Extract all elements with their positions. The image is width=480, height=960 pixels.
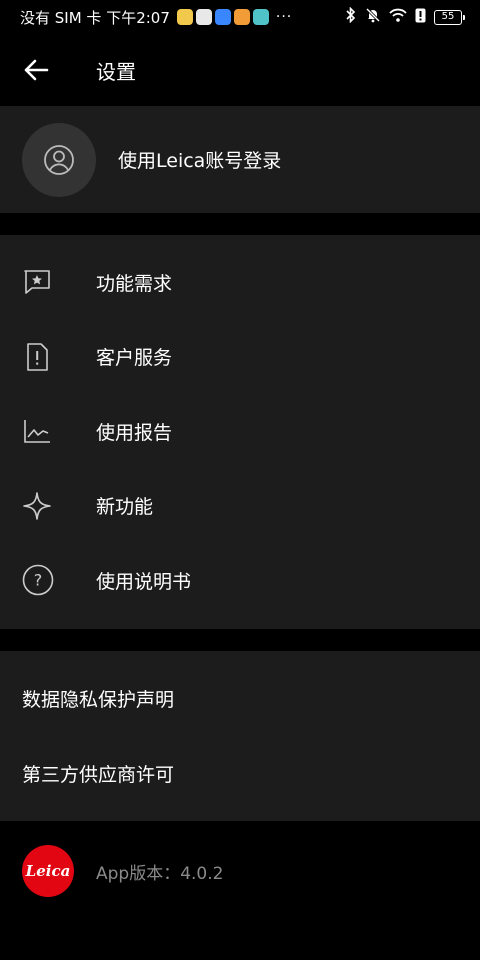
menu-item-new-features[interactable]: 新功能 — [0, 469, 480, 544]
sparkle-icon — [23, 491, 51, 520]
app-version: App版本：4.0.2 — [96, 863, 224, 884]
login-label: 使用Leica账号登录 — [118, 150, 282, 172]
header: 设置 — [0, 34, 480, 106]
leica-login-row[interactable]: 使用Leica账号登录 — [0, 106, 480, 213]
alert-document-icon — [27, 342, 48, 371]
app-icon-video — [233, 9, 250, 25]
more-notifications: ··· — [275, 9, 293, 25]
page-title: 设置 — [96, 59, 136, 84]
menu-label: 功能需求 — [96, 272, 173, 295]
svg-text:?: ? — [34, 571, 43, 590]
menu-item-customer-service[interactable]: 客户服务 — [0, 320, 480, 395]
menu-label: 使用说明书 — [96, 570, 192, 593]
menu-label: 新功能 — [96, 496, 154, 519]
leica-logo: Leica — [22, 845, 74, 897]
help-circle-icon: ? — [22, 564, 54, 596]
menu-item-user-manual[interactable]: ? 使用说明书 — [0, 543, 480, 618]
legal-links: 数据隐私保护声明 第三方供应商许可 — [0, 651, 480, 821]
wifi-icon — [389, 8, 407, 26]
footer: Leica App版本：4.0.2 — [0, 821, 480, 921]
leica-logo-text: Leica — [25, 862, 71, 880]
status-bar: 没有 SIM 卡 下午2:07 ··· 55 — [0, 0, 480, 34]
mute-bell-icon — [365, 7, 381, 27]
bluetooth-icon — [345, 6, 357, 27]
app-icon-cloud — [214, 9, 231, 25]
app-icon-yellow — [176, 9, 193, 25]
avatar — [22, 122, 96, 197]
back-button[interactable] — [0, 34, 76, 106]
user-icon — [44, 144, 74, 175]
app-icon-teal — [252, 9, 269, 25]
star-chat-icon — [24, 270, 50, 295]
chart-line-icon — [24, 420, 50, 444]
app-icon-mail — [195, 9, 212, 25]
battery-indicator: 55 — [434, 9, 465, 25]
arrow-left-icon — [24, 59, 49, 81]
status-right: 55 — [345, 6, 465, 27]
status-left: 没有 SIM 卡 下午2:07 ··· — [20, 7, 292, 28]
menu-label: 使用报告 — [96, 421, 173, 444]
menu-item-usage-report[interactable]: 使用报告 — [0, 394, 480, 469]
link-privacy-statement[interactable]: 数据隐私保护声明 — [0, 661, 480, 736]
link-third-party-licenses[interactable]: 第三方供应商许可 — [0, 736, 480, 811]
alert-box-icon — [415, 8, 426, 27]
menu-item-feature-request[interactable]: 功能需求 — [0, 245, 480, 320]
menu-label: 客户服务 — [96, 347, 173, 370]
carrier-time-text: 没有 SIM 卡 下午2:07 — [20, 8, 170, 27]
settings-menu: 功能需求 客户服务 使用报告 新功能 ? 使用说明书 — [0, 235, 480, 629]
